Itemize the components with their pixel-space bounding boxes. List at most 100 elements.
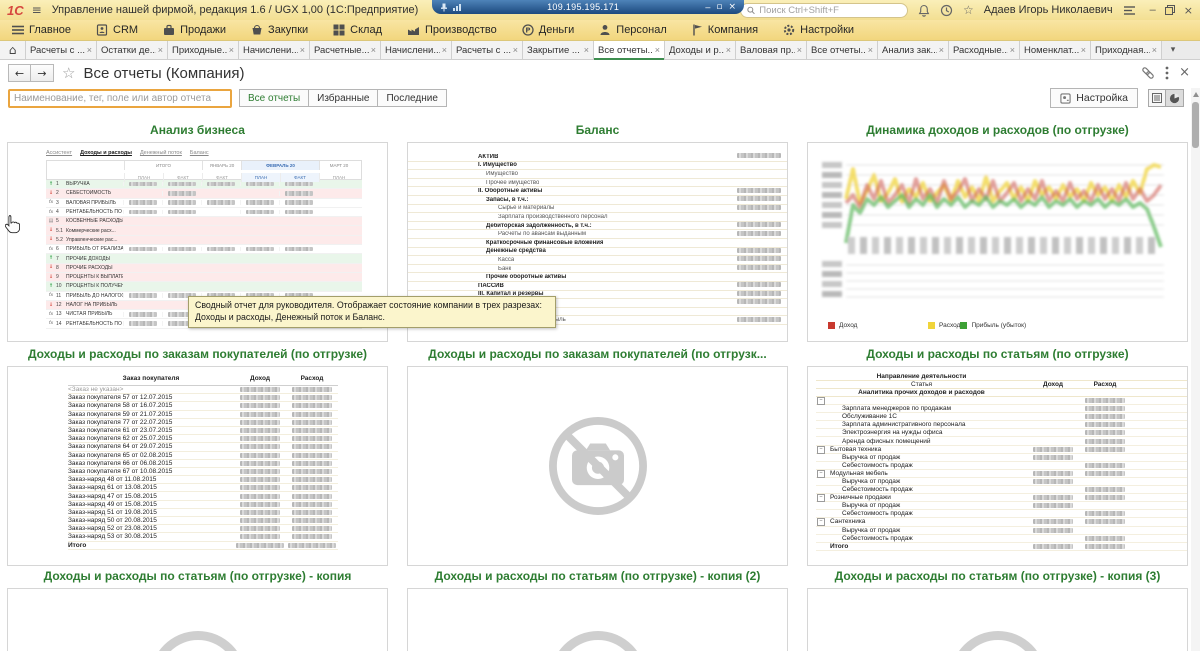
document-tab[interactable]: Начислени... × xyxy=(239,41,310,59)
tab-close-icon[interactable]: × xyxy=(726,45,731,55)
report-preview-articles-copy-3[interactable] xyxy=(807,588,1188,651)
service-menu-icon[interactable] xyxy=(1123,5,1136,16)
document-tab[interactable]: Расчетные... × xyxy=(310,41,381,59)
tab-close-icon[interactable]: × xyxy=(868,45,873,55)
main-functions-menu-icon[interactable]: ≡ xyxy=(32,3,42,17)
rdp-restore-button[interactable]: ▫ xyxy=(716,2,722,12)
tab-close-icon[interactable]: × xyxy=(442,45,447,55)
menu-item-sales[interactable]: Продажи xyxy=(163,24,226,36)
production-icon xyxy=(407,24,420,36)
report-link-articles-copy-3[interactable]: Доходы и расходы по статьям (по отгрузке… xyxy=(807,568,1188,584)
tab-close-icon[interactable]: × xyxy=(87,45,92,55)
favorite-star-icon[interactable]: ☆ xyxy=(62,64,75,82)
report-link-articles-copy[interactable]: Доходы и расходы по статьям (по отгрузке… xyxy=(7,568,388,584)
tab-close-icon[interactable]: × xyxy=(1081,45,1086,55)
form-close-icon[interactable]: × xyxy=(1179,67,1190,79)
menu-item-purchases[interactable]: Закупки xyxy=(251,24,308,36)
rdp-minimize-button[interactable]: – xyxy=(705,2,710,12)
document-tab[interactable]: Закрытие ... × xyxy=(523,41,594,59)
window-minimize-button[interactable]: – xyxy=(1150,4,1156,16)
tabs-overflow-dropdown-icon[interactable]: ▾ xyxy=(1164,41,1182,59)
report-link-articles[interactable]: Доходы и расходы по статьям (по отгрузке… xyxy=(807,346,1188,362)
orders-preview-row: <Заказ не указан> xyxy=(68,386,338,394)
document-tab[interactable]: Номенклат... × xyxy=(1020,41,1091,59)
history-icon[interactable] xyxy=(940,4,953,17)
document-tab[interactable]: Валовая пр... × xyxy=(736,41,807,59)
tab-close-icon[interactable]: × xyxy=(655,45,660,55)
document-tab[interactable]: Остатки де... × xyxy=(97,41,168,59)
menu-item-money[interactable]: P Деньги xyxy=(522,24,575,36)
orders-preview-row: Заказ-наряд 50 от 20.08.2015 xyxy=(68,517,338,525)
current-user-name[interactable]: Адаев Игорь Николаевич xyxy=(984,4,1113,16)
document-tab[interactable]: Расчеты с ... × xyxy=(452,41,523,59)
scrollbar-thumb[interactable] xyxy=(1192,102,1199,148)
window-restore-button[interactable] xyxy=(1165,5,1175,15)
menu-item-personnel[interactable]: Персонал xyxy=(599,24,667,36)
list-view-toggle-button[interactable] xyxy=(1148,89,1166,107)
trend-icon xyxy=(46,182,56,187)
notifications-bell-icon[interactable] xyxy=(918,4,930,17)
tab-close-icon[interactable]: × xyxy=(1010,45,1015,55)
document-tab[interactable]: Приходные... × xyxy=(168,41,239,59)
report-preview-dynamics[interactable]: Доход Расход Прибыль (убыток) xyxy=(807,142,1188,342)
rdp-close-button[interactable]: × xyxy=(728,2,736,12)
tab-close-icon[interactable]: × xyxy=(513,45,518,55)
filter-button[interactable]: Избранные xyxy=(309,89,378,107)
report-preview-articles-copy-2[interactable] xyxy=(407,588,788,651)
report-tooltip: Сводный отчет для руководителя. Отобража… xyxy=(188,296,556,328)
menu-item-settings[interactable]: Настройки xyxy=(783,24,854,36)
report-link-balance[interactable]: Баланс xyxy=(407,122,788,138)
analysis-preview-row: 3 ВАЛОВАЯ ПРИБЫЛЬ xyxy=(46,199,362,208)
report-link-orders-2[interactable]: Доходы и расходы по заказам покупателей … xyxy=(407,346,788,362)
report-preview-articles-copy[interactable] xyxy=(7,588,388,651)
report-search-input[interactable] xyxy=(8,89,232,108)
tab-close-icon[interactable]: × xyxy=(371,45,376,55)
tab-close-icon[interactable]: × xyxy=(584,45,589,55)
legend-item: Доход xyxy=(828,322,928,329)
report-preview-articles[interactable]: Направление деятельности Статья Доход Ра… xyxy=(807,366,1188,566)
document-tab[interactable]: Приходная... × xyxy=(1091,41,1162,59)
report-link-orders[interactable]: Доходы и расходы по заказам покупателей … xyxy=(7,346,388,362)
more-actions-kebab-icon[interactable] xyxy=(1165,66,1169,80)
report-link-articles-copy-2[interactable]: Доходы и расходы по статьям (по отгрузке… xyxy=(407,568,788,584)
global-search-input[interactable] xyxy=(759,5,901,16)
document-tab[interactable]: Расходные... × xyxy=(949,41,1020,59)
report-preview-orders-2[interactable] xyxy=(407,366,788,566)
gallery-view-toggle-button[interactable] xyxy=(1166,89,1184,107)
global-search-box[interactable] xyxy=(740,3,908,18)
document-tab[interactable]: Доходы и р... × xyxy=(665,41,736,59)
favorites-star-icon[interactable]: ☆ xyxy=(963,4,974,16)
scrollbar-up-arrow[interactable] xyxy=(1193,92,1199,97)
document-tab[interactable]: Начислени... × xyxy=(381,41,452,59)
tab-close-icon[interactable]: × xyxy=(300,45,305,55)
menu-item-crm[interactable]: CRM xyxy=(96,24,138,36)
report-link-business-analysis[interactable]: Анализ бизнеса xyxy=(7,122,388,138)
menu-item-warehouse[interactable]: Склад xyxy=(333,24,382,36)
tab-close-icon[interactable]: × xyxy=(158,45,163,55)
document-tab[interactable]: Расчеты с ... × xyxy=(26,41,97,59)
tab-close-icon[interactable]: × xyxy=(797,45,802,55)
document-tab[interactable]: Анализ зак... × xyxy=(878,41,949,59)
tab-close-icon[interactable]: × xyxy=(939,45,944,55)
report-link-dynamics[interactable]: Динамика доходов и расходов (по отгрузке… xyxy=(807,122,1188,138)
get-link-icon[interactable] xyxy=(1141,66,1155,80)
vertical-scrollbar[interactable] xyxy=(1191,88,1200,651)
rdp-pin-icon[interactable] xyxy=(440,3,448,12)
home-tab[interactable]: ⌂ xyxy=(0,41,26,59)
tab-close-icon[interactable]: × xyxy=(1152,45,1157,55)
filter-button[interactable]: Последние xyxy=(378,89,446,107)
report-preview-orders[interactable]: Заказ покупателя Доход Расход <Заказ не … xyxy=(7,366,388,566)
document-tab[interactable]: Все отчеты... × xyxy=(807,41,878,59)
nav-back-button[interactable]: ← xyxy=(8,64,31,82)
document-tab[interactable]: Все отчеты... × xyxy=(594,41,665,59)
report-card-articles-copy-2: Доходы и расходы по статьям (по отгрузке… xyxy=(407,568,788,651)
menu-item-main[interactable]: Главное xyxy=(12,24,71,36)
nav-forward-button[interactable]: → xyxy=(31,64,54,82)
menu-item-company[interactable]: Компания xyxy=(692,24,758,36)
articles-preview-row: Электроэнергия на нужды офиса xyxy=(816,429,1187,437)
tab-close-icon[interactable]: × xyxy=(229,45,234,55)
settings-button[interactable]: Настройка xyxy=(1050,88,1138,108)
window-close-button[interactable]: × xyxy=(1184,4,1193,17)
filter-button[interactable]: Все отчеты xyxy=(239,89,309,107)
menu-item-production[interactable]: Производство xyxy=(407,24,497,36)
